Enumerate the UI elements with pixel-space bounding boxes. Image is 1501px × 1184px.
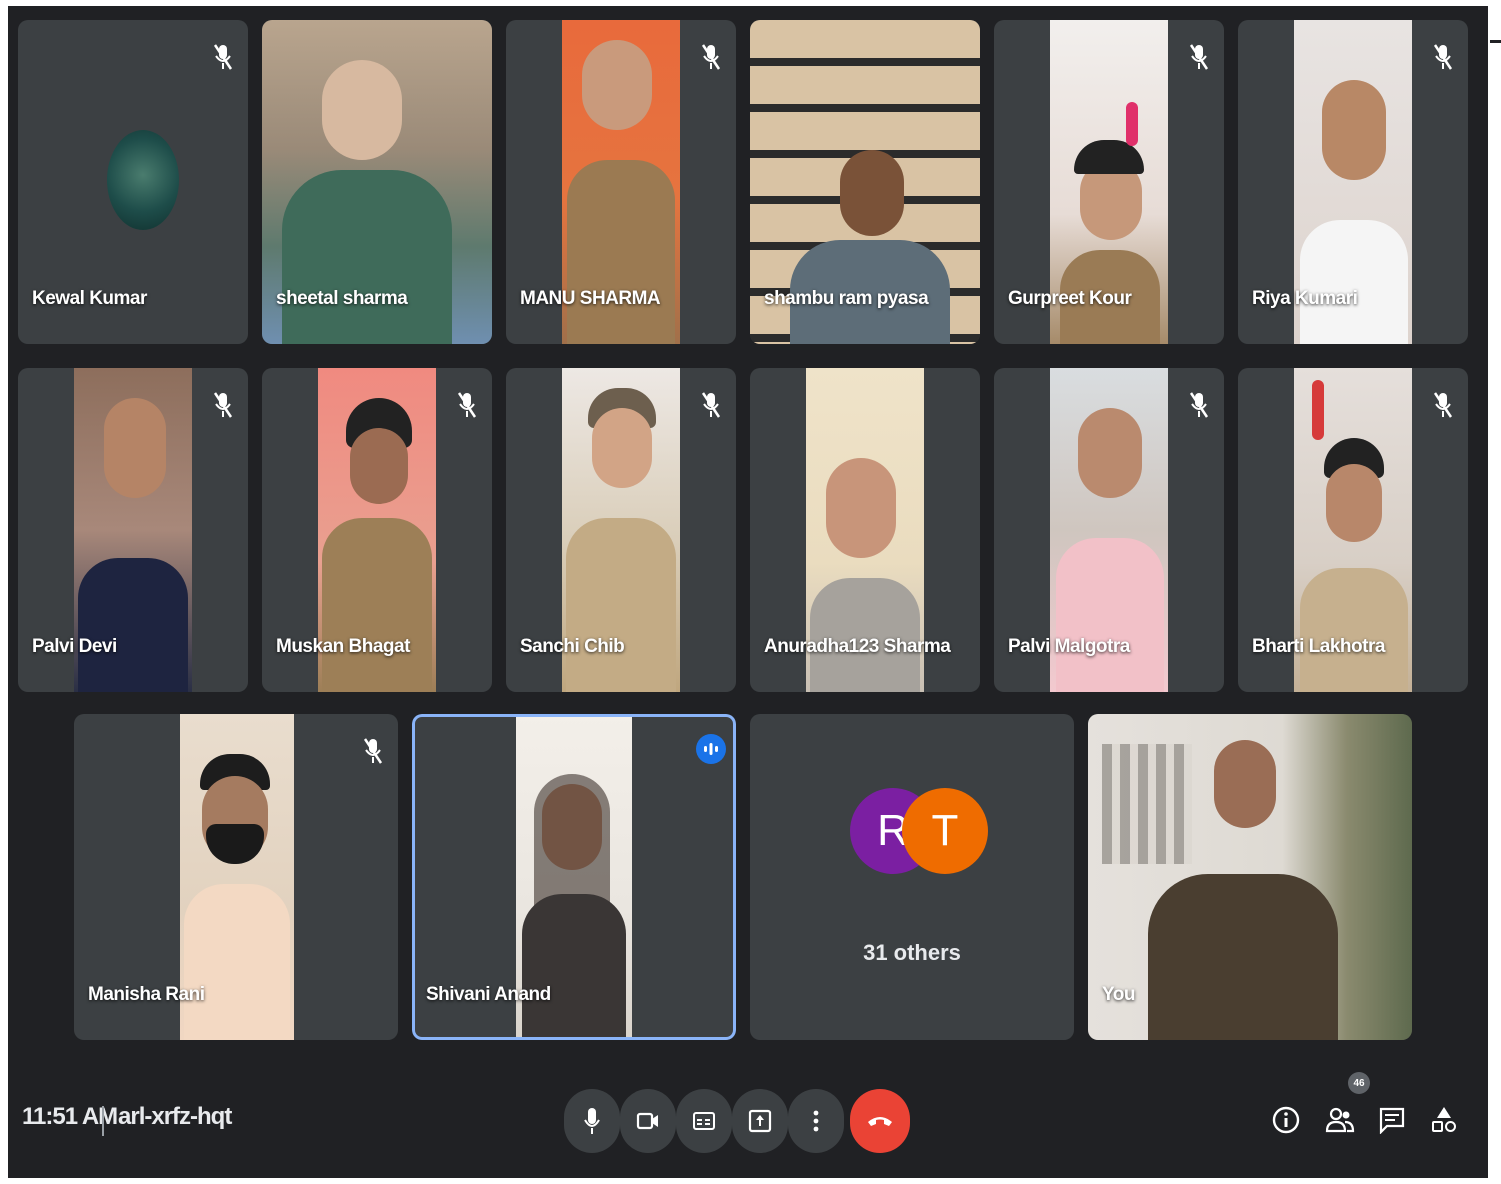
participant-tile[interactable]: Riya Kumari [1238,20,1468,344]
mic-off-icon [213,392,233,418]
participant-name: Anuradha123 Sharma [764,636,951,657]
participant-tile[interactable]: Anuradha123 Sharma [750,368,980,692]
camera-button[interactable] [620,1089,676,1153]
participant-tile[interactable]: Muskan Bhagat [262,368,492,692]
chat-button[interactable] [1374,1096,1410,1144]
divider [102,1106,104,1136]
camera-icon [636,1112,658,1130]
others-avatar-t: T [902,788,988,874]
meet-window: Kewal Kumar sheetal sharma MANU SHARMA s… [8,6,1488,1178]
participant-name: Muskan Bhagat [276,636,410,657]
participant-tile-active-speaker[interactable]: Shivani Anand [412,714,736,1040]
meeting-code: arl-xrfz-hqt [118,1103,232,1130]
participant-name: Manisha Rani [88,984,205,1005]
participant-name: MANU SHARMA [520,288,661,309]
avatar [107,130,179,230]
activities-button[interactable] [1426,1096,1462,1144]
participant-name: shambu ram pyasa [764,288,929,309]
mic-off-icon [363,738,383,764]
people-count-badge: 46 [1348,1072,1370,1094]
microphone-button[interactable] [564,1089,620,1153]
participant-name: You [1102,984,1135,1005]
people-button[interactable] [1322,1096,1358,1144]
participant-tile[interactable]: Manisha Rani [74,714,398,1040]
mic-off-icon [701,44,721,70]
present-screen-icon [748,1109,772,1133]
participant-tile[interactable]: Kewal Kumar [18,20,248,344]
mic-off-icon [457,392,477,418]
participant-name: Riya Kumari [1252,288,1358,309]
leave-call-button[interactable] [850,1089,910,1153]
microphone-icon [584,1108,600,1134]
self-video [1088,714,1412,1040]
people-icon [1325,1107,1355,1133]
others-count: 31 others [863,940,961,965]
participant-name: Bharti Lakhotra [1252,636,1385,657]
present-screen-button[interactable] [732,1089,788,1153]
speaking-indicator-icon [696,734,726,764]
mic-off-icon [1189,44,1209,70]
chat-icon [1379,1107,1405,1134]
mic-off-icon [213,44,233,70]
participant-name: Gurpreet Kour [1008,288,1132,309]
leave-call-icon [868,1117,892,1126]
mic-off-icon [1433,392,1453,418]
participant-tile[interactable]: Sanchi Chib [506,368,736,692]
participant-tile[interactable]: Palvi Devi [18,368,248,692]
edge-artifact [1490,40,1501,43]
participant-tile[interactable]: sheetal sharma [262,20,492,344]
participant-tile[interactable]: MANU SHARMA [506,20,736,344]
participant-tile[interactable]: Palvi Malgotra [994,368,1224,692]
meeting-info-button[interactable] [1268,1096,1304,1144]
participant-tile[interactable]: Gurpreet Kour [994,20,1224,344]
participant-name: Sanchi Chib [520,636,625,657]
others-tile[interactable]: R T 31 others [750,714,1074,1040]
captions-icon [693,1112,715,1130]
mic-off-icon [1433,44,1453,70]
meeting-info-icon [1272,1106,1300,1134]
participant-name: Kewal Kumar [32,288,147,309]
more-options-icon [813,1110,819,1132]
mic-off-icon [1189,392,1209,418]
more-options-button[interactable] [788,1089,844,1153]
participant-tile[interactable]: shambu ram pyasa [750,20,980,344]
participant-tile[interactable]: Bharti Lakhotra [1238,368,1468,692]
captions-button[interactable] [676,1089,732,1153]
participant-name: Shivani Anand [426,984,551,1005]
participant-name: Palvi Devi [32,636,117,657]
participant-name: Palvi Malgotra [1008,636,1130,657]
mic-off-icon [701,392,721,418]
self-view-tile[interactable]: You [1088,714,1412,1040]
participant-name: sheetal sharma [276,288,408,309]
activities-icon [1432,1107,1456,1132]
